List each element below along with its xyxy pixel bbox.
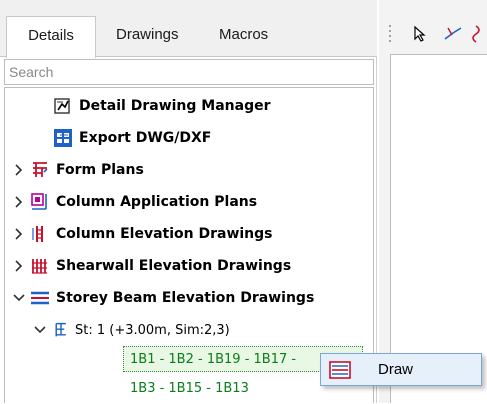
tree-item-column-application-plans[interactable]: Column Application Plans — [12, 186, 257, 218]
tree-leaf-item[interactable]: 1B3 - 1B15 - 1B13 — [130, 372, 249, 404]
context-menu-item-draw[interactable]: Draw — [378, 361, 413, 378]
search-box — [4, 59, 374, 85]
chevron-right-icon[interactable] — [12, 227, 26, 241]
toolbar-grip-icon — [389, 25, 391, 42]
search-input[interactable] — [5, 60, 369, 84]
chevron-down-icon[interactable] — [12, 291, 26, 305]
tree-item-storey-1[interactable]: St: 1 (+3.00m, Sim:2,3) — [33, 314, 230, 346]
tab-drawings[interactable]: Drawings — [116, 21, 179, 57]
column-application-icon — [31, 193, 47, 210]
tree-item-label: St: 1 (+3.00m, Sim:2,3) — [75, 322, 230, 338]
tree-item-column-elevation-drawings[interactable]: Column Elevation Drawings — [12, 218, 273, 250]
chevron-right-icon[interactable] — [12, 259, 26, 273]
tree-item-storey-beam-elevation-drawings[interactable]: Storey Beam Elevation Drawings — [12, 282, 314, 314]
chevron-down-icon[interactable] — [33, 323, 47, 337]
chevron-right-icon[interactable] — [12, 163, 26, 177]
measure-tool-icon[interactable] — [443, 25, 463, 43]
export-dwg-icon — [54, 129, 72, 147]
tree-leaf-label: 1B1 - 1B2 - 1B19 - 1B17 - — [130, 351, 297, 367]
form-plans-icon — [33, 162, 48, 177]
tree-item-label: Form Plans — [56, 162, 144, 178]
workspace-pane — [379, 0, 487, 403]
tree-item-label: Storey Beam Elevation Drawings — [56, 290, 315, 306]
tree-item-label: Column Application Plans — [56, 194, 258, 210]
tree-item-label: Detail Drawing Manager — [79, 98, 271, 114]
shearwall-elevation-icon — [32, 259, 47, 274]
side-panel: Details Drawings Macros Detail Drawing M… — [0, 0, 377, 403]
drawing-canvas[interactable] — [390, 54, 487, 403]
tree-item-label: Shearwall Elevation Drawings — [56, 258, 292, 274]
tab-details[interactable]: Details — [6, 16, 96, 58]
column-elevation-icon — [32, 226, 43, 242]
tab-bar: Details Drawings Macros — [0, 0, 377, 58]
draw-icon — [329, 360, 351, 379]
tree-leaf-label: 1B3 - 1B15 - 1B13 — [130, 380, 249, 396]
chevron-right-icon[interactable] — [12, 195, 26, 209]
tree-item-export-dwg[interactable]: Export DWG/DXF — [53, 122, 211, 154]
tab-macros[interactable]: Macros — [219, 21, 268, 57]
tree-item-form-plans[interactable]: Form Plans — [12, 154, 144, 186]
context-menu: Draw — [320, 353, 482, 386]
tree-item-shearwall-elevation-drawings[interactable]: Shearwall Elevation Drawings — [12, 250, 291, 282]
storey-icon — [55, 322, 66, 337]
storey-beam-elevation-icon — [31, 291, 49, 305]
tree-leaf-item[interactable]: 1B1 - 1B2 - 1B19 - 1B17 - — [130, 343, 296, 375]
tree-item-label: Export DWG/DXF — [79, 130, 212, 146]
tool-icon[interactable] — [472, 23, 487, 45]
workspace-toolbar — [379, 14, 487, 54]
select-cursor-icon[interactable] — [412, 25, 430, 43]
tree-item-detail-drawing-manager[interactable]: Detail Drawing Manager — [53, 90, 271, 122]
detail-drawing-manager-icon — [54, 98, 70, 114]
tree-item-label: Column Elevation Drawings — [56, 226, 273, 242]
